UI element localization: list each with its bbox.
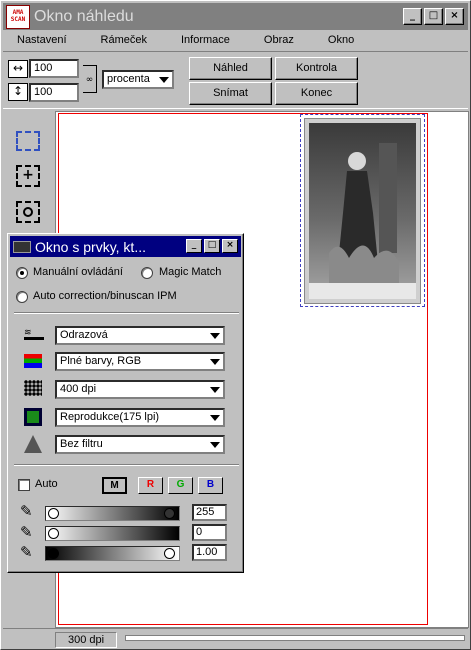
window-title: Okno náhledu bbox=[34, 7, 134, 25]
status-slider[interactable] bbox=[125, 635, 465, 641]
white-level-input[interactable]: 255 bbox=[192, 504, 227, 521]
divider bbox=[14, 464, 239, 466]
channel-b-button[interactable]: B bbox=[198, 477, 223, 494]
screen-value: Reprodukce(175 lpi) bbox=[60, 411, 160, 423]
width-input[interactable]: 100 bbox=[29, 59, 79, 78]
chain-link-icon[interactable]: ∞ bbox=[83, 65, 97, 93]
filter-value: Bez filtru bbox=[60, 438, 103, 450]
white-level-slider[interactable] bbox=[45, 506, 180, 521]
manual-radio[interactable] bbox=[16, 267, 28, 279]
color-mode-icon bbox=[24, 354, 42, 368]
check-button[interactable]: Kontrola bbox=[275, 57, 358, 80]
unit-value: procenta bbox=[107, 73, 150, 85]
chevron-down-icon bbox=[159, 77, 169, 83]
color-mode-value: Plné barvy, RGB bbox=[60, 355, 142, 367]
zoom-rect-icon[interactable] bbox=[16, 201, 40, 223]
app-logo: AMA SCAN bbox=[6, 4, 30, 29]
menu-bar: Nastavení Rámeček Informace Obraz Okno bbox=[3, 30, 468, 50]
menu-okno[interactable]: Okno bbox=[328, 34, 354, 46]
chevron-down-icon bbox=[210, 333, 220, 339]
palette-title: Okno s prvky, kt... bbox=[35, 238, 146, 255]
end-button[interactable]: Konec bbox=[275, 82, 358, 105]
auto-correction-radio[interactable] bbox=[16, 291, 28, 303]
toolbar: ↔ 100 ↕ 100 ∞ procenta Náhled Kontrola S… bbox=[3, 51, 468, 109]
resolution-value: 400 dpi bbox=[60, 383, 97, 395]
width-icon: ↔ bbox=[8, 60, 28, 78]
gamma-slider-knob[interactable] bbox=[48, 548, 59, 559]
palette-title-bar[interactable]: Okno s prvky, kt... _ □ × bbox=[10, 236, 241, 257]
filter-select[interactable]: Bez filtru bbox=[55, 435, 225, 454]
filter-icon bbox=[24, 435, 42, 453]
maximize-button[interactable]: □ bbox=[424, 8, 443, 25]
divider bbox=[14, 312, 239, 314]
color-mode-select[interactable]: Plné barvy, RGB bbox=[55, 352, 225, 371]
gamma-slider[interactable] bbox=[45, 546, 180, 561]
palette-close-button[interactable]: × bbox=[222, 239, 238, 253]
menu-obraz[interactable]: Obraz bbox=[264, 34, 294, 46]
black-slider-knob[interactable] bbox=[48, 528, 59, 539]
palette-minimize-button[interactable]: _ bbox=[186, 239, 202, 253]
black-eyedropper-icon[interactable]: ✎ bbox=[20, 525, 33, 540]
white-eyedropper-icon[interactable]: ✎ bbox=[20, 504, 33, 519]
menu-nastaveni[interactable]: Nastavení bbox=[17, 34, 67, 46]
zoom-frame-icon[interactable]: + bbox=[16, 165, 40, 187]
chevron-down-icon bbox=[210, 442, 220, 448]
white-slider-knob-end[interactable] bbox=[164, 508, 175, 519]
resolution-select[interactable]: 400 dpi bbox=[55, 380, 225, 399]
resolution-label: 300 dpi bbox=[55, 632, 117, 648]
black-level-slider[interactable] bbox=[45, 526, 180, 541]
auto-checkbox[interactable] bbox=[18, 479, 30, 491]
scan-button[interactable]: Snímat bbox=[189, 82, 272, 105]
channel-g-button[interactable]: G bbox=[168, 477, 193, 494]
menu-informace[interactable]: Informace bbox=[181, 34, 230, 46]
gamma-input[interactable]: 1.00 bbox=[192, 544, 227, 561]
channel-r-button[interactable]: R bbox=[138, 477, 163, 494]
close-button[interactable]: × bbox=[445, 8, 464, 25]
unit-select[interactable]: procenta bbox=[102, 70, 174, 89]
palette-maximize-button[interactable]: □ bbox=[204, 239, 220, 253]
chevron-down-icon bbox=[210, 359, 220, 365]
chevron-down-icon bbox=[210, 415, 220, 421]
scanner-icon: ≋ bbox=[24, 326, 44, 340]
menu-ramecek[interactable]: Rámeček bbox=[101, 34, 147, 46]
preview-button[interactable]: Náhled bbox=[189, 57, 272, 80]
minimize-button[interactable]: _ bbox=[403, 8, 422, 25]
channel-m-button[interactable]: M bbox=[102, 477, 127, 494]
auto-label: Auto bbox=[35, 478, 58, 490]
screen-select[interactable]: Reprodukce(175 lpi) bbox=[55, 408, 225, 427]
magic-match-radio[interactable] bbox=[141, 267, 153, 279]
source-value: Odrazová bbox=[60, 329, 108, 341]
magic-match-label: Magic Match bbox=[159, 266, 222, 278]
screen-icon bbox=[24, 408, 42, 426]
source-select[interactable]: Odrazová bbox=[55, 326, 225, 345]
select-rect-icon[interactable] bbox=[16, 131, 40, 151]
manual-label: Manuální ovládání bbox=[33, 266, 123, 278]
black-level-input[interactable]: 0 bbox=[192, 524, 227, 541]
controls-palette: Okno s prvky, kt... _ □ × Manuální ovlád… bbox=[7, 233, 244, 573]
title-bar[interactable]: AMA SCAN Okno náhledu _ □ × bbox=[3, 3, 468, 30]
height-input[interactable]: 100 bbox=[29, 83, 79, 102]
chevron-down-icon bbox=[210, 387, 220, 393]
palette-app-icon bbox=[13, 240, 31, 253]
preview-image bbox=[305, 119, 420, 303]
height-icon: ↕ bbox=[8, 83, 28, 101]
auto-correction-label: Auto correction/binuscan IPM bbox=[33, 290, 177, 302]
resolution-icon bbox=[24, 380, 42, 396]
gamma-eyedropper-icon[interactable]: ✎ bbox=[20, 545, 33, 560]
status-bar: 300 dpi bbox=[3, 628, 468, 648]
gamma-slider-knob-end[interactable] bbox=[164, 548, 175, 559]
white-slider-knob[interactable] bbox=[48, 508, 59, 519]
